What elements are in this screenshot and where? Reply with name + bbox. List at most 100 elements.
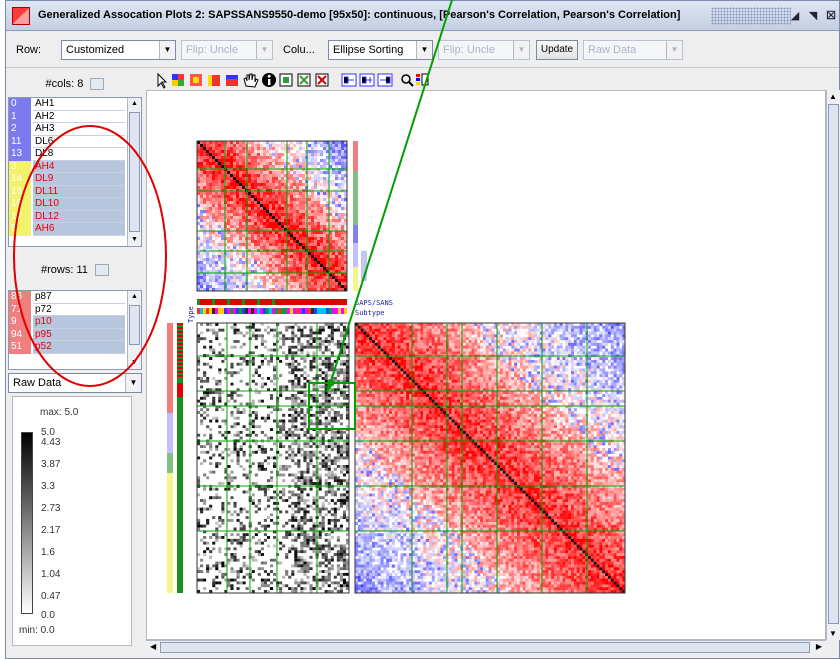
row-flip-select[interactable]: Flip: Uncle ▼ (181, 40, 273, 60)
hand-icon[interactable] (243, 73, 259, 88)
maximize-icon[interactable]: ◥ (806, 9, 820, 23)
rows-list[interactable]: 86 p87 71 p72 9 p10 94 p95 51 p52 ▲ ▼ (8, 290, 142, 370)
row-annotation-cell (167, 413, 173, 453)
column-annotation-cell (353, 207, 358, 210)
col-list-item[interactable]: 5 AH6 (9, 223, 141, 236)
subtype-cell (236, 308, 239, 314)
subtype-cell (260, 308, 263, 314)
update-button[interactable]: Update (536, 40, 578, 60)
col-list-item[interactable]: 11 DL6 (9, 135, 141, 148)
column-annotation-cell (353, 234, 358, 237)
col-list-item[interactable]: 2 AH3 (9, 123, 141, 136)
grid-select-icon[interactable] (190, 74, 202, 86)
scroll-left-icon[interactable]: ◀ (150, 642, 156, 651)
rows-header: #rows: 11 (8, 259, 142, 281)
col-list-item[interactable]: 15 DL10 (9, 198, 141, 211)
col-item-index: 3 (9, 160, 31, 173)
pointer-icon[interactable] (157, 72, 168, 89)
minimize-icon[interactable]: ◢ (788, 9, 802, 23)
subtype-cell (302, 308, 305, 314)
clear-box-icon[interactable] (297, 73, 311, 87)
tile-select-icon[interactable] (172, 74, 184, 86)
tree-right-icon[interactable] (377, 73, 393, 87)
scroll-down-icon[interactable]: ▼ (128, 234, 141, 246)
row-list-item[interactable]: 9 p10 (9, 316, 141, 329)
col-list-item[interactable]: 13 DL8 (9, 148, 141, 161)
row-list-item[interactable]: 71 p72 (9, 303, 141, 316)
saps-sans-cell (269, 299, 272, 305)
col-item-index: 17 (9, 210, 31, 223)
main-vertical-scrollbar[interactable]: ▲ ▼ (826, 90, 840, 640)
subtype-cell (272, 308, 275, 314)
saps-sans-cell (215, 299, 218, 305)
cols-toggle-icon[interactable] (90, 78, 105, 91)
search-icon[interactable] (401, 74, 414, 87)
main-horizontal-scrollbar[interactable]: ◀ ▶ (146, 640, 826, 654)
legend-tick-label: 3.87 (41, 459, 61, 470)
tree-left-icon[interactable] (341, 73, 357, 87)
zoom-box-icon[interactable] (279, 73, 293, 87)
col-list-item[interactable]: 1 AH2 (9, 110, 141, 123)
subtype-cell (299, 308, 302, 314)
saps-sans-cell (323, 299, 326, 305)
col-list-item[interactable]: 14 DL9 (9, 173, 141, 186)
scroll-down-icon[interactable]: ▼ (128, 357, 141, 369)
tree-mid-icon[interactable] (359, 73, 375, 87)
column-annotation-cell (353, 261, 358, 264)
col-select-icon[interactable] (226, 75, 238, 86)
column-annotation-cell (353, 255, 358, 258)
rows-scrollbar[interactable]: ▲ ▼ (127, 291, 141, 369)
scroll-thumb[interactable] (828, 104, 839, 624)
saps-sans-cell (287, 299, 290, 305)
scroll-up-icon[interactable]: ▲ (829, 92, 837, 101)
row-sort-select[interactable]: Customized ▼ (61, 40, 176, 60)
rows-toggle-icon[interactable] (94, 264, 109, 277)
cols-scrollbar[interactable]: ▲ ▼ (127, 98, 141, 246)
row-list-item[interactable]: 51 p52 (9, 341, 141, 354)
col-sort-select[interactable]: Ellipse Sorting ▼ (328, 40, 433, 60)
close-icon[interactable]: ☒ (824, 9, 838, 23)
col-list-item[interactable]: 3 AH4 (9, 160, 141, 173)
saps-sans-cell (317, 299, 320, 305)
col-item-name: DL9 (33, 173, 125, 186)
row-list-item[interactable]: 94 p95 (9, 328, 141, 341)
legend-tick-label: 3.3 (41, 481, 55, 492)
column-annotation-cell (353, 231, 358, 234)
saps-sans-cell (224, 299, 227, 305)
legend-tick-label: 2.17 (41, 525, 61, 536)
saps-sans-cell (206, 299, 209, 305)
cols-list[interactable]: 0 AH1 1 AH2 2 AH3 11 DL6 13 DL8 3 AH4 14 DL9 16 DL11 15 D… (8, 97, 142, 247)
column-annotation-cell (353, 159, 358, 162)
col-item-name: DL10 (33, 198, 125, 211)
row-list-item[interactable]: 86 p87 (9, 291, 141, 304)
info-icon[interactable] (262, 73, 276, 87)
col-list-item[interactable]: 0 AH1 (9, 98, 141, 111)
scroll-right-icon[interactable]: ▶ (816, 642, 822, 651)
subtype-cell (251, 308, 254, 314)
scroll-up-icon[interactable]: ▲ (128, 98, 141, 110)
subtype-cell (311, 308, 314, 314)
col-list-item[interactable]: 17 DL12 (9, 210, 141, 223)
app-window: Generalized Assocation Plots 2: SAPSSANS… (5, 0, 840, 659)
column-annotation-cell (353, 168, 358, 171)
display-select[interactable]: Raw Data ▼ (8, 373, 142, 393)
scroll-up-icon[interactable]: ▲ (128, 291, 141, 303)
scroll-thumb[interactable] (129, 305, 140, 345)
col-flip-select[interactable]: Flip: Uncle ▼ (438, 40, 530, 60)
rows-count: #rows: 11 (41, 264, 88, 276)
saps-sans-cell (320, 299, 323, 305)
column-annotation-cell (353, 258, 358, 261)
col-list-item[interactable]: 16 DL11 (9, 185, 141, 198)
legend-min: min: 0.0 (19, 625, 55, 636)
title-bar[interactable]: Generalized Assocation Plots 2: SAPSSANS… (6, 1, 839, 31)
color-map-icon[interactable] (416, 73, 429, 86)
scroll-thumb[interactable] (160, 642, 810, 653)
column-proximity-matrix (196, 140, 348, 292)
plot-canvas[interactable]: SAPS/SANS Subtype Type (146, 90, 826, 640)
reset-box-icon[interactable] (315, 73, 329, 87)
row-select-icon[interactable] (208, 75, 220, 86)
data-type-select[interactable]: Raw Data ▼ (583, 40, 683, 60)
scroll-thumb[interactable] (129, 112, 140, 232)
scroll-down-icon[interactable]: ▼ (829, 629, 837, 638)
subtype-cell (209, 308, 212, 314)
